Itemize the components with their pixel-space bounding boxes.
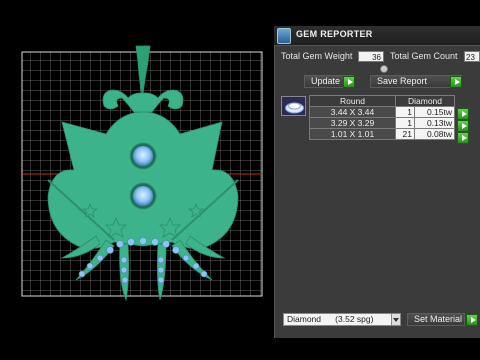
gem-weight-cell[interactable]: 0.13tw: [414, 117, 455, 129]
go-arrow-icon[interactable]: [457, 132, 469, 144]
panel-title: GEM REPORTER: [296, 29, 373, 39]
design-viewport[interactable]: [0, 0, 272, 360]
total-gem-weight-field[interactable]: 36: [358, 51, 384, 62]
set-material-button-label: Set Material: [414, 314, 463, 324]
table-row[interactable]: 3.29 X 3.29 1 0.13tw: [309, 117, 455, 129]
go-arrow-icon[interactable]: [457, 120, 469, 132]
column-header-material: Diamond: [395, 95, 455, 107]
go-arrow-icon[interactable]: [457, 108, 469, 120]
round-gem-icon: [281, 96, 306, 116]
save-report-button[interactable]: Save Report: [370, 75, 462, 88]
total-gem-weight-label: Total Gem Weight: [281, 51, 353, 61]
go-arrow-icon[interactable]: [466, 314, 478, 326]
total-gem-count-field[interactable]: 23: [464, 51, 480, 62]
panel-divider-handle[interactable]: [380, 65, 388, 73]
total-gem-count-label: Total Gem Count: [390, 51, 458, 61]
table-row[interactable]: 1.01 X 1.01 21 0.08tw: [309, 128, 455, 140]
gem-weight-cell[interactable]: 0.15tw: [414, 106, 455, 118]
gem-count-cell[interactable]: 1: [395, 106, 415, 118]
dropdown-arrow-icon[interactable]: [391, 314, 400, 325]
gem-reporter-app-icon: [277, 28, 291, 44]
go-arrow-icon[interactable]: [343, 76, 355, 88]
update-button-label: Update: [311, 76, 341, 86]
viewport-canvas[interactable]: [0, 0, 272, 360]
gem-count-cell[interactable]: 21: [395, 128, 415, 140]
gem-count-cell[interactable]: 1: [395, 117, 415, 129]
gem-table: Round Diamond 3.44 X 3.44 1 0.15tw 3.29 …: [309, 95, 455, 140]
gem-reporter-panel: [274, 26, 480, 338]
column-header-shape: Round: [309, 95, 396, 107]
material-select-value: Diamond (3.52 spg): [287, 314, 374, 324]
save-report-button-label: Save Report: [377, 76, 428, 86]
panel-titlebar[interactable]: GEM REPORTER: [274, 26, 480, 46]
gem-size-cell: 1.01 X 1.01: [309, 128, 396, 140]
material-select[interactable]: Diamond (3.52 spg): [283, 313, 401, 326]
set-material-button[interactable]: Set Material: [407, 313, 465, 326]
gem-size-cell: 3.29 X 3.29: [309, 117, 396, 129]
gem-weight-cell[interactable]: 0.08tw: [414, 128, 455, 140]
gem-size-cell: 3.44 X 3.44: [309, 106, 396, 118]
go-arrow-icon[interactable]: [450, 76, 462, 88]
table-row[interactable]: 3.44 X 3.44 1 0.15tw: [309, 106, 455, 118]
